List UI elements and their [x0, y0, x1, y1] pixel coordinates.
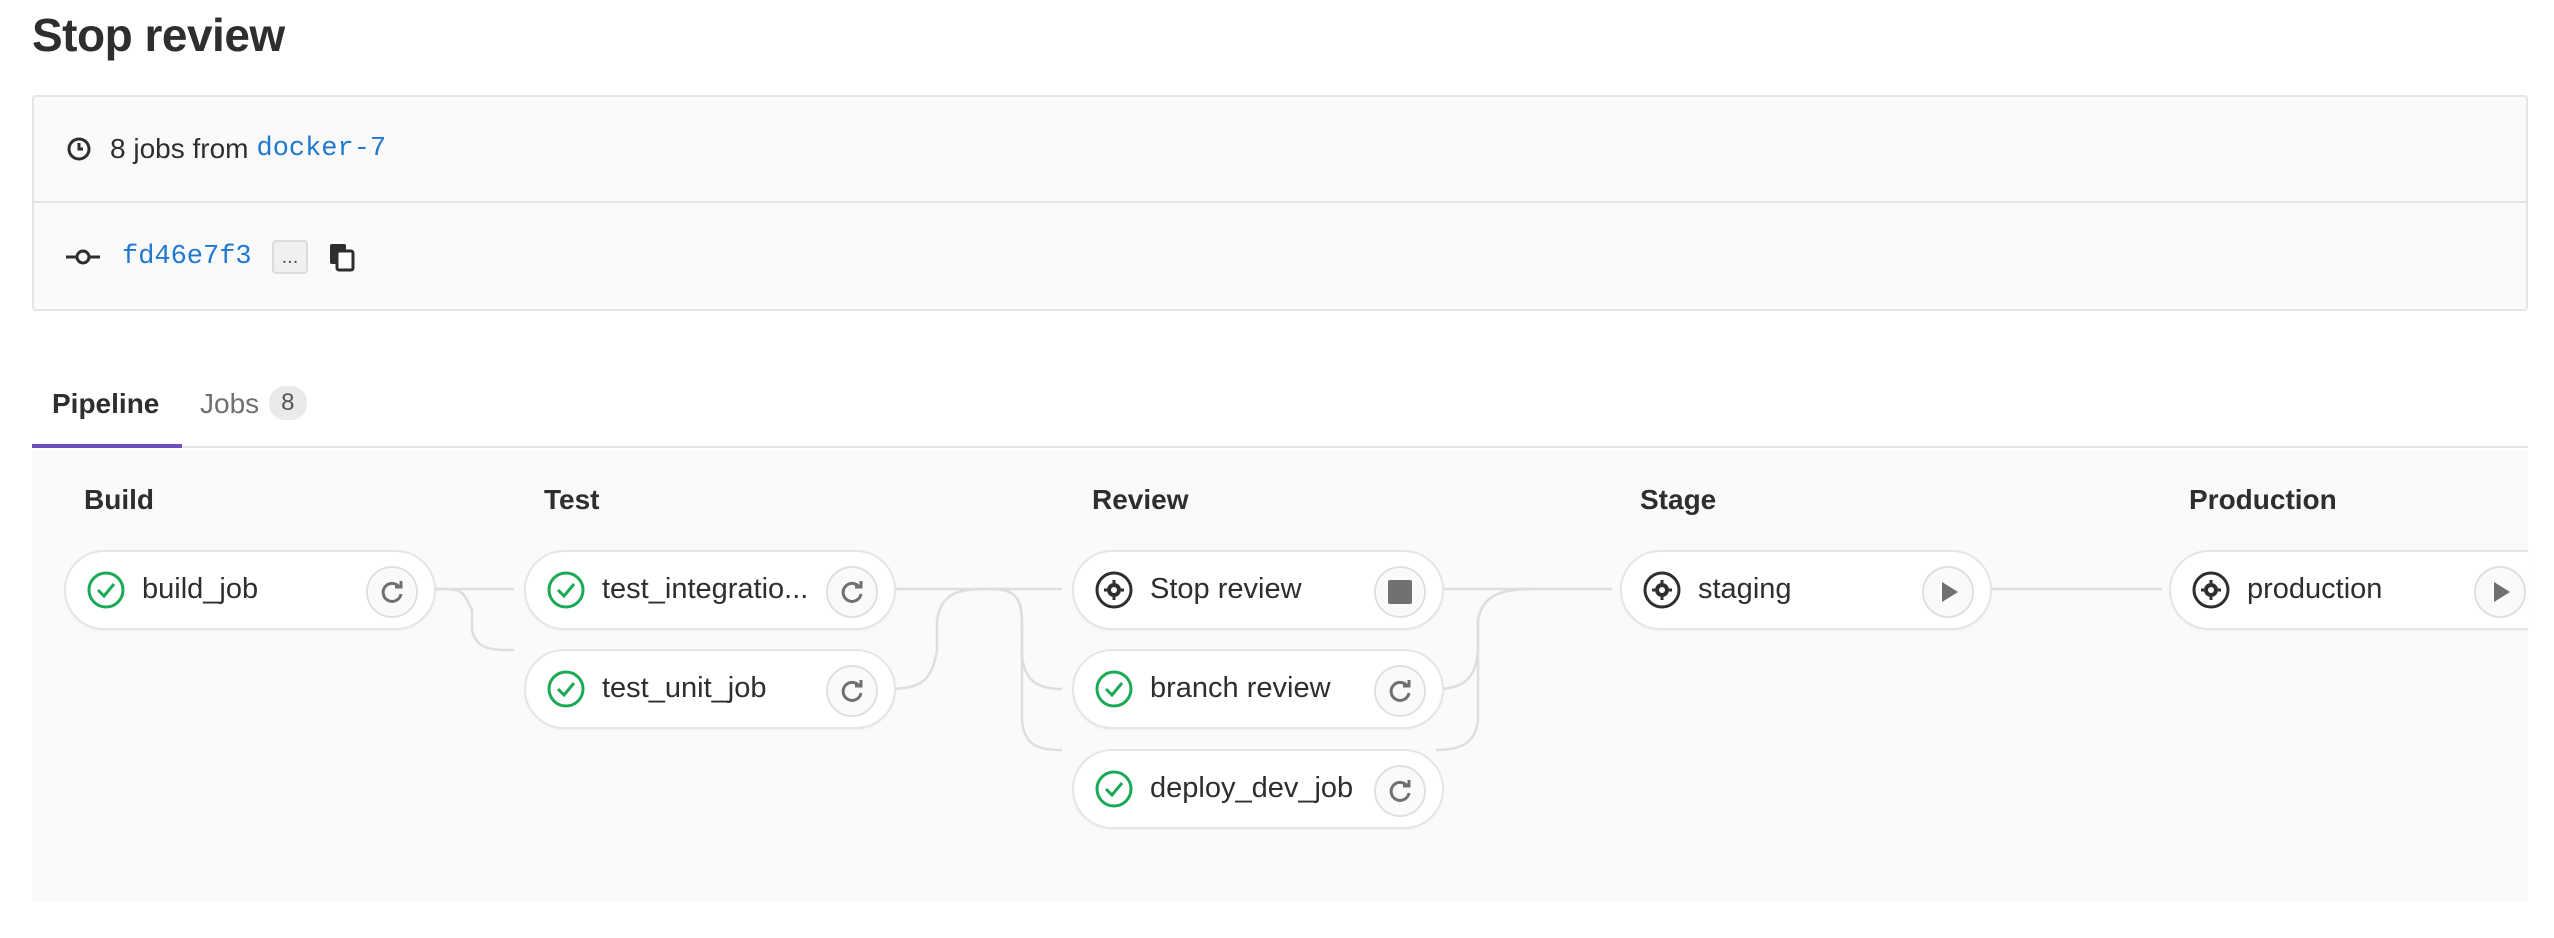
pipeline-graph: Build Test Review Stage Production build…	[32, 450, 2528, 902]
page-title: Stop review	[32, 9, 285, 61]
job-test-integration[interactable]: test_integratio...	[524, 550, 896, 630]
expand-commit-button[interactable]: ...	[271, 240, 309, 274]
stop-icon[interactable]	[1374, 566, 1426, 618]
manual-gear-icon	[2191, 570, 2231, 610]
job-name: Stop review	[1150, 573, 1302, 605]
job-staging[interactable]: staging	[1620, 550, 1992, 630]
job-name: build_job	[142, 573, 259, 605]
tab-pipeline[interactable]: Pipeline	[32, 376, 182, 448]
job-production[interactable]: production	[2169, 550, 2528, 630]
play-icon[interactable]	[2474, 566, 2526, 618]
pipeline-info-box: 8 jobs from docker-7 fd46e7f3 ...	[32, 95, 2528, 311]
job-name: branch review	[1150, 672, 1331, 704]
retry-icon[interactable]	[1374, 765, 1426, 817]
jobs-info-row: 8 jobs from docker-7	[34, 97, 2526, 203]
retry-icon[interactable]	[366, 566, 418, 618]
clock-icon	[66, 136, 92, 162]
stage-title-test: Test	[544, 484, 600, 515]
tab-jobs[interactable]: Jobs 8	[200, 376, 307, 446]
job-deploy-dev[interactable]: deploy_dev_job	[1072, 749, 1444, 829]
pipeline-tabs: Pipeline Jobs 8	[32, 364, 2528, 448]
jobs-count-badge: 8	[269, 386, 307, 420]
success-status-icon	[546, 669, 586, 709]
commit-info-row: fd46e7f3 ...	[34, 203, 2526, 311]
job-name: test_integratio...	[602, 573, 809, 605]
stage-title-production: Production	[2189, 484, 2337, 515]
success-status-icon	[1094, 769, 1134, 809]
job-name: production	[2247, 573, 2383, 605]
manual-gear-icon	[1094, 570, 1134, 610]
commit-sha-link[interactable]: fd46e7f3	[122, 242, 252, 272]
job-name: deploy_dev_job	[1150, 772, 1354, 804]
success-status-icon	[1094, 669, 1134, 709]
success-status-icon	[86, 570, 126, 610]
job-name: test_unit_job	[602, 672, 767, 704]
branch-link[interactable]: docker-7	[257, 134, 387, 164]
job-name: staging	[1698, 573, 1792, 605]
stage-title-build: Build	[84, 484, 154, 515]
success-status-icon	[546, 570, 586, 610]
copy-icon[interactable]	[326, 241, 358, 273]
job-build-job[interactable]: build_job	[64, 550, 436, 630]
job-branch-review[interactable]: branch review	[1072, 649, 1444, 729]
play-icon[interactable]	[1922, 566, 1974, 618]
commit-icon	[66, 247, 100, 267]
jobs-count-text: 8 jobs from	[110, 133, 249, 164]
job-stop-review[interactable]: Stop review	[1072, 550, 1444, 630]
stage-title-review: Review	[1092, 484, 1189, 515]
retry-icon[interactable]	[826, 566, 878, 618]
job-test-unit[interactable]: test_unit_job	[524, 649, 896, 729]
retry-icon[interactable]	[826, 665, 878, 717]
retry-icon[interactable]	[1374, 665, 1426, 717]
manual-gear-icon	[1642, 570, 1682, 610]
stage-title-stage: Stage	[1640, 484, 1717, 515]
